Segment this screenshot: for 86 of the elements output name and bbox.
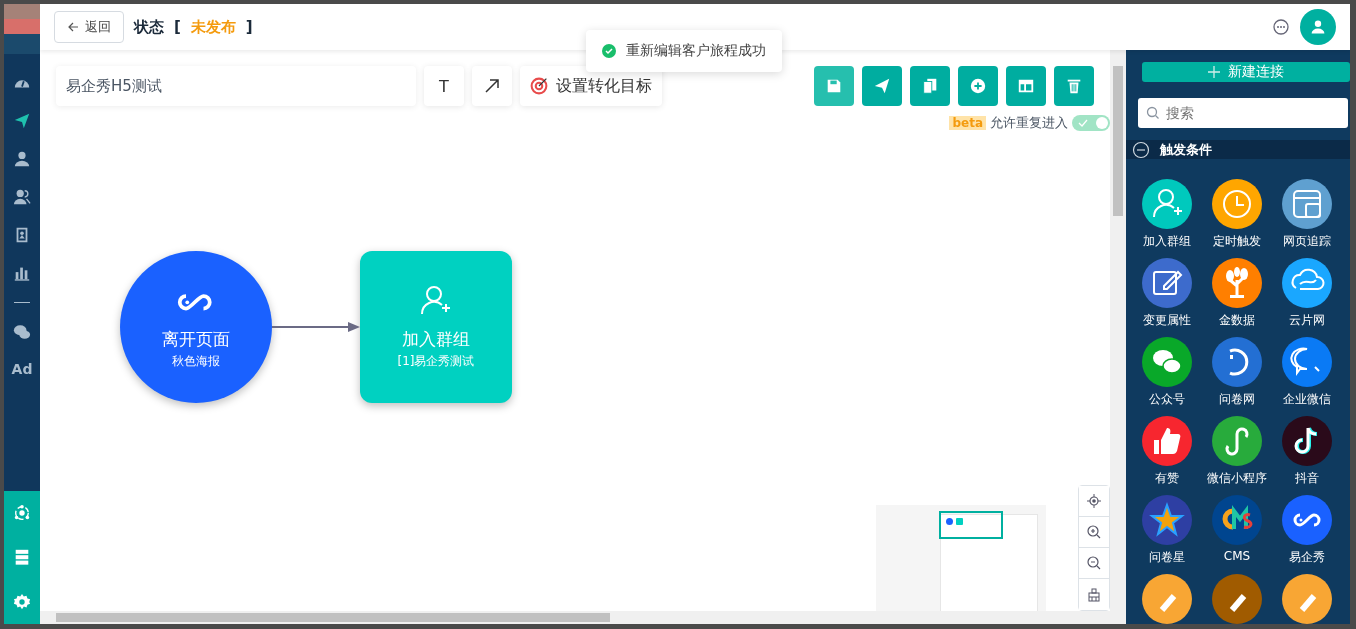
server-icon[interactable] [13,548,31,567]
bracket: [ [174,18,181,36]
horizontal-scrollbar[interactable] [40,611,1110,624]
trigger-node[interactable]: 离开页面 秋色海报 [120,251,272,403]
node-type-label: 变更属性 [1143,312,1191,329]
chat-icon[interactable] [1272,18,1290,36]
sprout-icon[interactable] [1212,258,1262,308]
fit-view-icon [1087,587,1101,602]
app-icon[interactable] [1212,574,1262,624]
journey-name-field[interactable]: 易企秀H5测试 [56,66,416,106]
node-type-label: 易企秀 [1289,549,1325,566]
node-type-label: 金数据 [1219,312,1255,329]
send-icon[interactable] [13,112,31,130]
collapse-icon[interactable] [1132,140,1150,159]
node-type-label: 企业微信 [1283,391,1331,408]
repeat-entry-toggle[interactable] [1072,115,1110,131]
app-icon[interactable] [1282,574,1332,624]
node-type-label: 问卷网 [1219,391,1255,408]
clock-icon[interactable] [1212,179,1262,229]
layout-icon [1017,77,1035,95]
minimap[interactable] [876,505,1046,611]
node-title: 离开页面 [162,328,230,351]
browser-window-icon[interactable] [1282,179,1332,229]
music-note-icon[interactable] [1282,416,1332,466]
layout-button[interactable] [1006,66,1046,106]
toast-message: 重新编辑客户旅程成功 [626,42,766,60]
check-icon [1078,118,1088,128]
thumbs-up-icon[interactable] [1142,416,1192,466]
infinity-icon[interactable] [1282,495,1332,545]
node-type-label: 定时触发 [1213,233,1261,250]
cloud-icon[interactable] [1282,258,1332,308]
bracket: ] [245,18,253,36]
section-title: 触发条件 [1160,140,1212,159]
user-plus-icon[interactable] [1142,179,1192,229]
node-type-label: 网页追踪 [1283,233,1331,250]
locate-button[interactable] [1079,486,1109,517]
node-type-label: 问卷星 [1149,549,1185,566]
ad-link[interactable]: Ad [11,361,33,377]
avatar[interactable] [1300,9,1336,45]
node-type-label: CMS [1223,549,1251,563]
plus-circle-icon [969,77,987,95]
zoom-out-icon [1087,556,1101,570]
zoom-in-icon [1087,525,1101,539]
vertical-scrollbar[interactable] [1110,50,1126,624]
settings-icon[interactable] [13,592,31,611]
back-button[interactable]: 返回 [54,11,124,43]
add-button[interactable] [958,66,998,106]
repeat-entry-label: 允许重复进入 [990,114,1068,132]
node-type-label: 云片网 [1289,312,1325,329]
copy-icon [921,77,939,95]
target-icon [530,77,548,95]
page-title: 状态 [134,17,164,37]
chat-bubbles-icon[interactable] [1142,337,1192,387]
link-icon[interactable] [1212,416,1262,466]
node-type-label: 公众号 [1149,391,1185,408]
logo-placeholder [4,4,40,54]
back-arrow-icon [67,21,79,33]
copy-button[interactable] [910,66,950,106]
node-subtitle: 秋色海报 [172,353,220,370]
chat-bubbles-icon[interactable] [13,323,31,341]
app-icon[interactable] [1142,574,1192,624]
text-tool-button[interactable]: T [424,66,464,106]
goal-button[interactable]: 设置转化目标 [520,66,662,106]
check-circle-icon [602,44,616,58]
delete-button[interactable] [1054,66,1094,106]
plus-icon [1208,66,1220,78]
edit-icon[interactable] [1142,258,1192,308]
send-button[interactable] [862,66,902,106]
user-icon[interactable] [13,150,31,168]
beta-badge: beta [949,116,986,130]
network-icon[interactable] [13,504,31,523]
node-type-label: 加入群组 [1143,233,1191,250]
paper-plane-icon [873,77,891,95]
node-subtitle: [1]易企秀测试 [397,353,475,370]
node-type-label: 微信小程序 [1207,470,1267,487]
node-type-label: 有赞 [1155,470,1179,487]
trash-icon [1065,77,1083,95]
node-type-label: 抖音 [1295,470,1319,487]
status-label: 未发布 [190,17,236,37]
node-title: 加入群组 [402,328,470,351]
users-icon[interactable] [13,188,31,206]
diagonal-arrow-icon [483,77,501,95]
search-field[interactable]: 搜索 [1138,98,1348,128]
cms-logo-icon[interactable] [1212,495,1262,545]
arrow-tool-button[interactable] [472,66,512,106]
crosshair-icon [1087,494,1101,508]
